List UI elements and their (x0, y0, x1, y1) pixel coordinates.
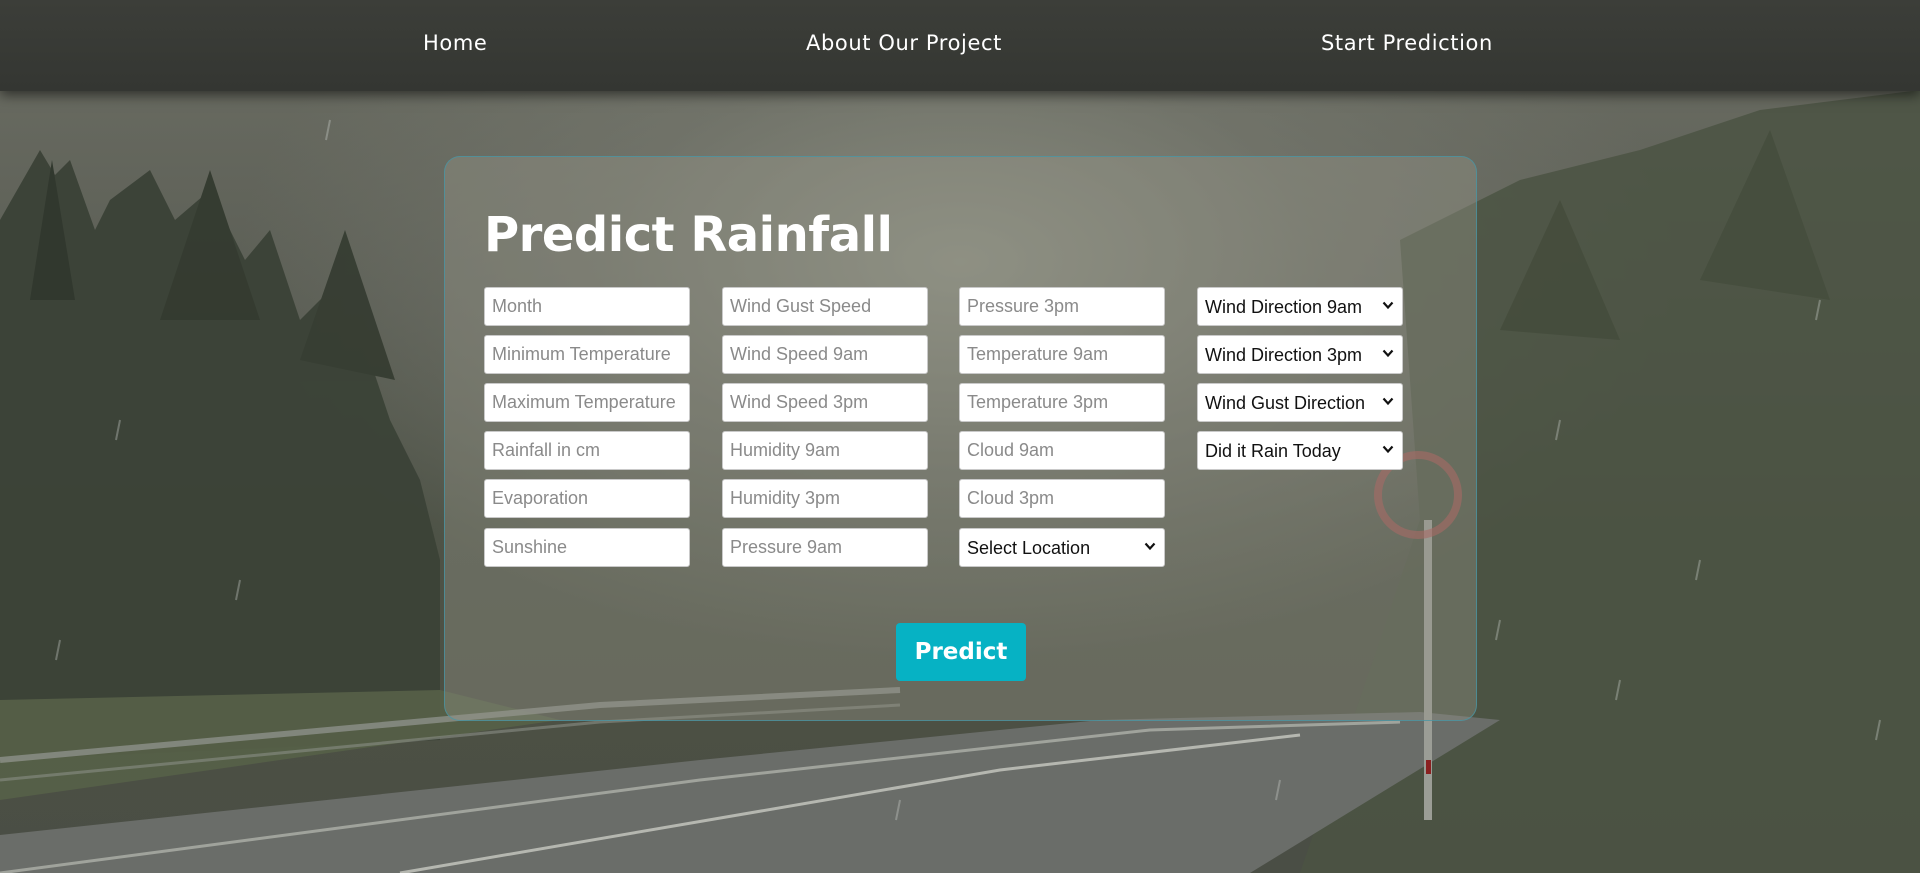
wind-gust-speed-input[interactable] (722, 287, 928, 326)
pressure-3pm-input[interactable] (959, 287, 1165, 326)
location-select-wrapper: Select Location (959, 528, 1165, 567)
humidity-3pm-input[interactable] (722, 479, 928, 518)
maximum-temperature-input[interactable] (484, 383, 690, 422)
location-select[interactable]: Select Location (959, 528, 1165, 567)
minimum-temperature-input[interactable] (484, 335, 690, 374)
month-input[interactable] (484, 287, 690, 326)
wind-direction-3pm-select-wrapper: Wind Direction 3pm (1197, 335, 1403, 374)
wind-speed-9am-input[interactable] (722, 335, 928, 374)
nav-link-about-our-project[interactable]: About Our Project (806, 31, 1002, 55)
rainfall-input[interactable] (484, 431, 690, 470)
wind-direction-9am-select-wrapper: Wind Direction 9am (1197, 287, 1403, 326)
rain-today-select-wrapper: Did it Rain Today (1197, 431, 1403, 470)
pressure-9am-input[interactable] (722, 528, 928, 567)
temperature-3pm-input[interactable] (959, 383, 1165, 422)
predict-rainfall-form: Predict Rainfall Select Location Wind Di… (444, 156, 1477, 721)
cloud-3pm-input[interactable] (959, 479, 1165, 518)
sunshine-input[interactable] (484, 528, 690, 567)
humidity-9am-input[interactable] (722, 431, 928, 470)
cloud-9am-input[interactable] (959, 431, 1165, 470)
top-navigation-bar: Home About Our Project Start Prediction (0, 0, 1920, 91)
nav-link-start-prediction[interactable]: Start Prediction (1321, 31, 1493, 55)
evaporation-input[interactable] (484, 479, 690, 518)
predict-button[interactable]: Predict (896, 623, 1026, 681)
form-title: Predict Rainfall (484, 207, 893, 263)
rain-today-select[interactable]: Did it Rain Today (1197, 431, 1403, 470)
wind-speed-3pm-input[interactable] (722, 383, 928, 422)
temperature-9am-input[interactable] (959, 335, 1165, 374)
wind-gust-direction-select[interactable]: Wind Gust Direction (1197, 383, 1403, 422)
nav-link-home[interactable]: Home (423, 31, 487, 55)
wind-direction-9am-select[interactable]: Wind Direction 9am (1197, 287, 1403, 326)
wind-direction-3pm-select[interactable]: Wind Direction 3pm (1197, 335, 1403, 374)
wind-gust-direction-select-wrapper: Wind Gust Direction (1197, 383, 1403, 422)
